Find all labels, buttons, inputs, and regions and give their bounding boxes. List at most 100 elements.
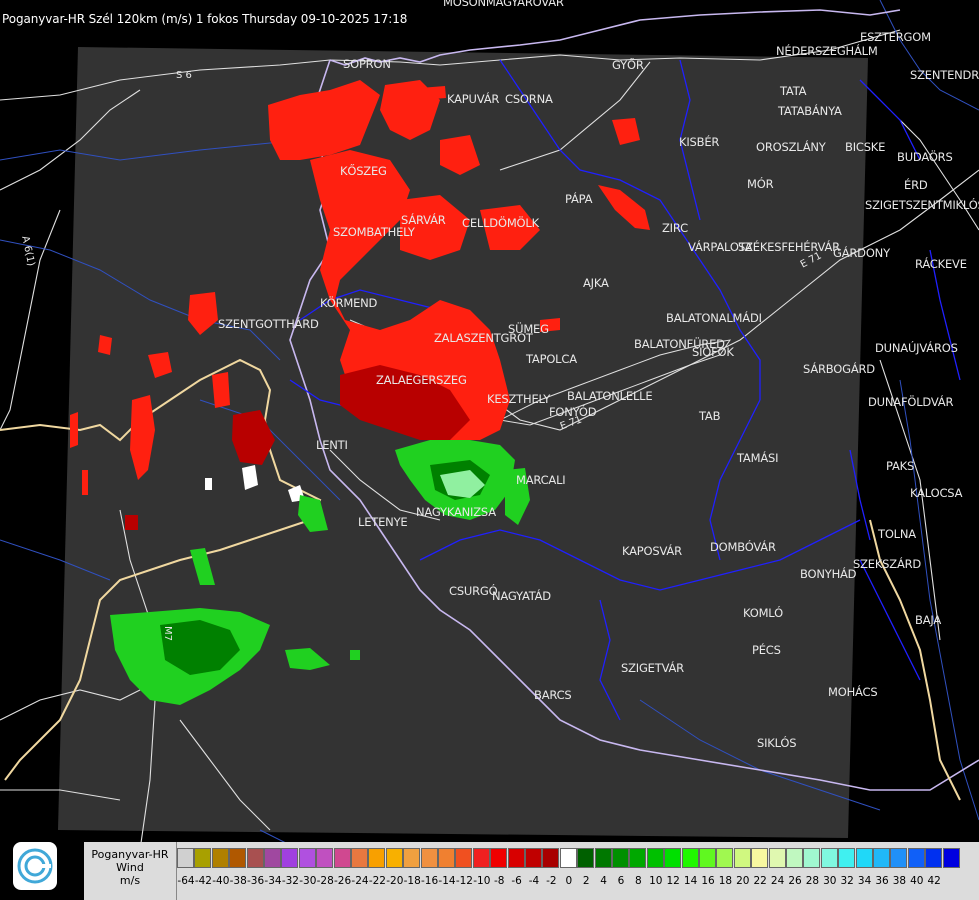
legend-swatch — [316, 848, 334, 868]
provider-logo — [13, 842, 57, 890]
legend-swatch — [664, 848, 682, 868]
legend-swatch — [890, 848, 908, 868]
legend-swatch — [681, 848, 699, 868]
legend-swatch — [229, 848, 247, 868]
city-label: ESZTERGOM — [860, 30, 931, 44]
legend-swatch — [820, 848, 838, 868]
city-label: ÉRD — [904, 178, 928, 192]
city-label: SZIGETVÁR — [621, 661, 684, 675]
legend-swatch — [298, 848, 316, 868]
legend-swatch — [455, 848, 473, 868]
city-label: BONYHÁD — [800, 567, 857, 581]
legend-swatch — [612, 848, 629, 868]
legend-swatch — [733, 848, 751, 868]
city-label: TAB — [699, 409, 721, 423]
legend-swatch — [264, 848, 281, 868]
city-label: PÉCS — [752, 643, 781, 657]
city-label: SIKLÓS — [757, 736, 797, 750]
city-label: BARCS — [534, 688, 572, 702]
legend-swatch — [751, 848, 769, 868]
city-label: PAKS — [886, 459, 915, 473]
city-label: NAGYKANIZSA — [416, 505, 496, 519]
legend-swatch — [577, 848, 595, 868]
legend-swatch — [403, 848, 421, 868]
legend-swatch — [594, 848, 612, 868]
legend-swatch — [542, 848, 560, 868]
city-label: ZIRC — [662, 221, 688, 235]
city-label: CELLDÖMÖLK — [462, 216, 539, 230]
city-label: GÁRDONY — [833, 246, 890, 260]
legend-swatch — [177, 848, 194, 868]
city-label: TAMÁSI — [737, 451, 779, 465]
legend-swatch — [907, 848, 925, 868]
city-label: MOSONMAGYARÓVÁR — [443, 0, 564, 9]
city-label: CSURGÓ — [449, 584, 498, 598]
legend-swatch — [420, 848, 438, 868]
legend-variable: Wind — [116, 861, 144, 874]
city-label: SZENTENDRE — [910, 68, 979, 82]
city-label: TOLNA — [878, 527, 916, 541]
city-label: SOPRON — [343, 57, 391, 71]
city-label: MARCALI — [516, 473, 566, 487]
legend-swatch — [351, 848, 368, 868]
city-label: BALATONLELLE — [567, 389, 653, 403]
city-label: BUDAÖRS — [897, 150, 953, 164]
city-label: ZALAEGERSZEG — [376, 373, 467, 387]
city-label: TATA — [780, 84, 807, 98]
city-label: MOHÁCS — [828, 685, 878, 699]
city-label: LETENYE — [358, 515, 408, 529]
legend-swatch — [629, 848, 647, 868]
legend-swatch — [838, 848, 856, 868]
city-label: PÁPA — [565, 192, 593, 206]
city-label: LENTI — [316, 438, 348, 452]
city-label: KŐSZEG — [340, 164, 387, 178]
city-label: TAPOLCA — [526, 352, 577, 366]
legend-swatch — [855, 848, 873, 868]
city-label: OROSZLÁNY — [756, 140, 826, 154]
legend-swatch — [925, 848, 943, 868]
city-label: SZENTGOTTHÁRD — [218, 317, 319, 331]
city-label: KISBÉR — [679, 135, 720, 149]
legend-tick: 42 — [927, 875, 941, 887]
legend-swatch — [385, 848, 403, 868]
legend-swatch — [525, 848, 542, 868]
city-label: KAPUVÁR — [447, 92, 500, 106]
legend-swatch — [281, 848, 299, 868]
legend-unit: m/s — [119, 874, 141, 887]
city-label: DUNAFÖLDVÁR — [868, 395, 954, 409]
legend-swatch — [507, 848, 525, 868]
road-label: S 6 — [176, 70, 192, 81]
city-label: SZOMBATHELY — [333, 225, 415, 239]
legend-swatch — [211, 848, 229, 868]
city-label: SIÓFOK — [692, 345, 734, 359]
city-label: KAPOSVÁR — [622, 544, 682, 558]
legend-swatch — [194, 848, 212, 868]
city-label: TATABÁNYA — [778, 104, 842, 118]
city-label: BALATONALMÁDI — [666, 311, 762, 325]
legend-swatch — [646, 848, 664, 868]
city-label: BAJA — [915, 613, 942, 627]
legend-swatch — [716, 848, 734, 868]
legend-swatch — [368, 848, 386, 868]
city-label: AJKA — [583, 276, 609, 290]
legend-swatch — [490, 848, 508, 868]
legend-label: Poganyvar-HR Wind m/s — [84, 842, 177, 900]
city-label: NÉDERSZEGHÁLM — [776, 44, 878, 58]
city-label: KÖRMEND — [320, 296, 378, 310]
city-label: BICSKE — [845, 140, 886, 154]
legend-radar-name: Poganyvar-HR — [91, 848, 169, 861]
legend-swatch — [699, 848, 716, 868]
city-label: ZALASZENTGRÓT — [434, 331, 533, 345]
city-label: RÁCKEVE — [915, 257, 967, 271]
legend-swatch — [246, 848, 264, 868]
legend-swatch — [768, 848, 786, 868]
legend-swatch — [438, 848, 455, 868]
legend-swatch — [873, 848, 890, 868]
city-label: MÓR — [747, 177, 774, 191]
city-label: DUNAÚJVÁROS — [875, 341, 958, 355]
city-label: SZEKSZÁRD — [853, 557, 922, 571]
city-label: NAGYATÁD — [492, 589, 551, 603]
legend-swatch — [786, 848, 803, 868]
city-label: KALOCSA — [910, 486, 963, 500]
color-legend: Poganyvar-HR Wind m/s -64 -42 -40 -38 -36 -34… — [84, 842, 979, 900]
